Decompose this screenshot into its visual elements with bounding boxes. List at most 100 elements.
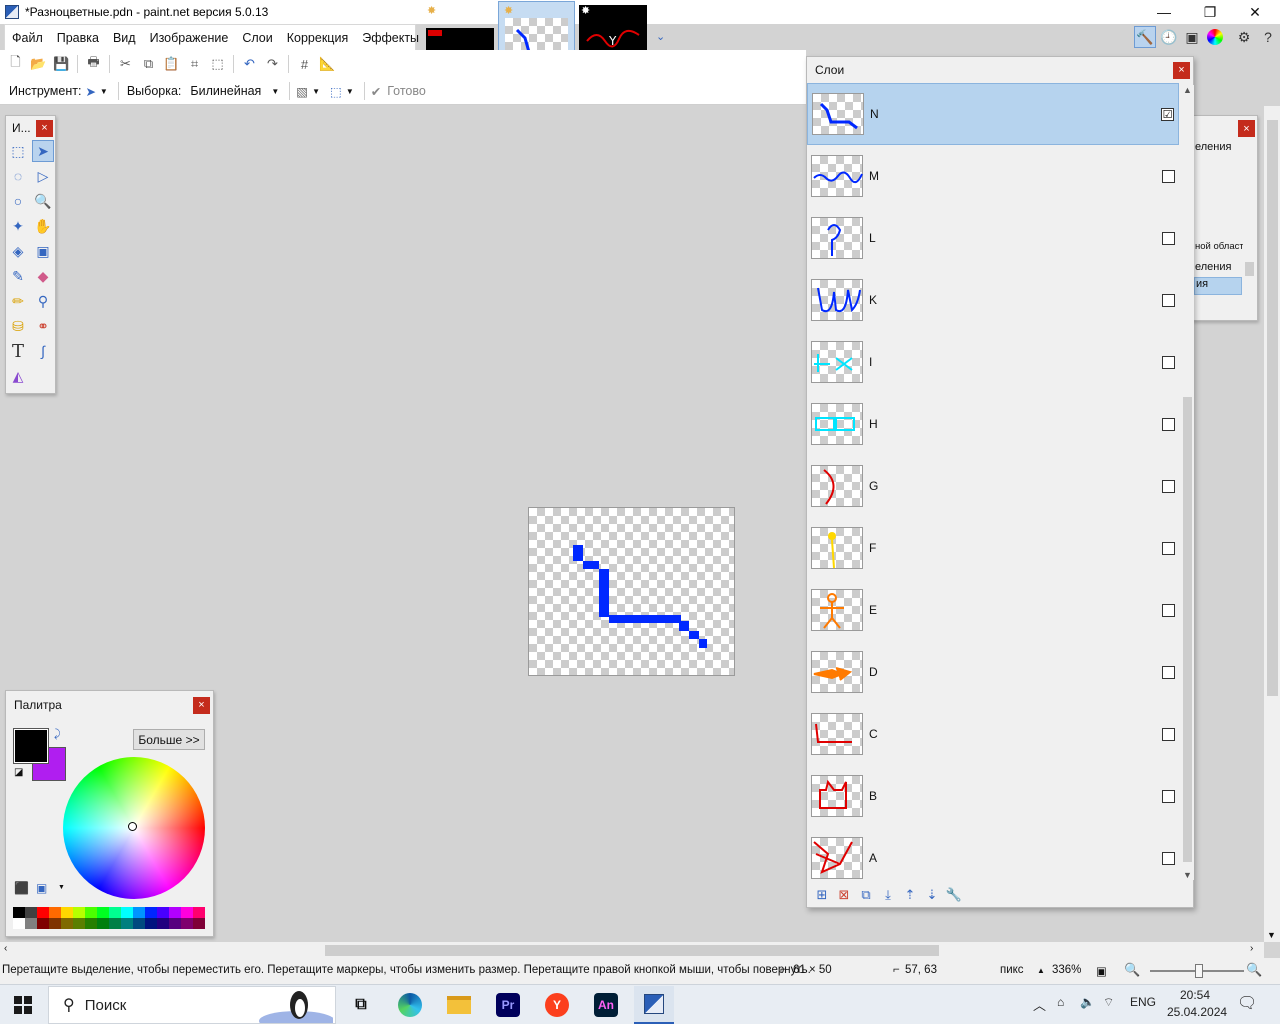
layers-window-icon[interactable]: ▣ — [1181, 26, 1203, 48]
palette-swatch[interactable] — [157, 907, 169, 918]
more-colors-button[interactable]: Больше >> — [133, 729, 205, 750]
input-language[interactable]: ENG — [1130, 995, 1156, 1009]
scroll-right-icon[interactable]: › — [1250, 943, 1253, 954]
primary-color-swatch[interactable] — [13, 728, 49, 764]
history-item[interactable]: еления — [1195, 141, 1231, 153]
layer-row-f[interactable]: F — [807, 517, 1179, 579]
windows-start-icon[interactable] — [14, 996, 32, 1014]
duplicate-layer-icon[interactable]: ⧉ — [857, 886, 875, 904]
palette-swatch[interactable] — [61, 907, 73, 918]
canvas-vertical-scrollbar-thumb[interactable] — [1267, 120, 1278, 696]
colors-window-icon[interactable] — [1204, 26, 1226, 48]
palette-swatch[interactable] — [13, 907, 25, 918]
move-selection-icon[interactable]: ➤ — [32, 140, 54, 162]
layer-row-c[interactable]: C — [807, 703, 1179, 765]
layer-row-k[interactable]: K — [807, 269, 1179, 331]
chevron-down-icon[interactable]: ▼ — [271, 87, 279, 96]
palette-swatch[interactable] — [133, 918, 145, 929]
resampling-select[interactable]: Билинейная — [190, 84, 261, 98]
layer-visibility-checkbox[interactable] — [1162, 479, 1175, 493]
notifications-icon[interactable]: 🗨 — [1237, 993, 1257, 1013]
add-layer-icon[interactable]: ⊞ — [813, 886, 831, 904]
yandex-browser-icon[interactable]: Y — [541, 989, 573, 1021]
layer-row-a[interactable]: A — [807, 827, 1179, 881]
swap-colors-icon[interactable]: ⤸ — [54, 728, 61, 741]
color-wheel[interactable] — [63, 757, 205, 899]
close-window-button[interactable]: ✕ — [1232, 0, 1278, 24]
menu-image[interactable]: Изображение — [143, 31, 236, 45]
layer-visibility-checkbox[interactable] — [1162, 417, 1175, 431]
palette-swatch[interactable] — [85, 918, 97, 929]
menu-effects[interactable]: Эффекты — [355, 31, 426, 45]
palette-swatch[interactable] — [73, 918, 85, 929]
grid-icon[interactable]: # — [296, 55, 314, 73]
text-tool-icon[interactable]: T — [7, 340, 29, 362]
zoom-to-window-icon[interactable]: ▣ — [1096, 964, 1107, 978]
palette-swatch[interactable] — [49, 918, 61, 929]
layer-visibility-checkbox[interactable] — [1162, 541, 1175, 555]
minimize-button[interactable]: — — [1141, 0, 1187, 24]
pan-hand-icon[interactable]: ✋ — [32, 215, 54, 237]
chevron-down-icon[interactable]: ▼ — [312, 87, 320, 96]
layer-row-h[interactable]: H — [807, 393, 1179, 455]
layer-row-b[interactable]: B — [807, 765, 1179, 827]
palette-swatch[interactable] — [193, 918, 205, 929]
palette-swatch[interactable] — [37, 907, 49, 918]
maximize-button[interactable]: ❐ — [1187, 0, 1233, 24]
settings-gear-icon[interactable]: ⚙ — [1233, 26, 1255, 48]
selection-mode-icon[interactable]: ⬚ — [330, 84, 342, 99]
finish-button[interactable]: Готово — [387, 84, 426, 98]
palette-swatch[interactable] — [73, 907, 85, 918]
copy-icon[interactable]: ⧉ — [140, 55, 158, 73]
volume-icon[interactable]: 🔈 — [1080, 995, 1095, 1009]
layer-visibility-checkbox[interactable] — [1162, 169, 1175, 183]
layer-visibility-checkbox[interactable] — [1162, 603, 1175, 617]
layers-scrollbar[interactable]: ▲ ▼ — [1181, 85, 1194, 880]
redo-icon[interactable]: ↷ — [264, 55, 282, 73]
undo-icon[interactable]: ↶ — [241, 55, 259, 73]
magic-wand-icon[interactable]: ✦ — [7, 215, 29, 237]
menu-file[interactable]: Файл — [5, 31, 50, 45]
layer-row-i[interactable]: I — [807, 331, 1179, 393]
palette-swatch[interactable] — [181, 907, 193, 918]
paste-icon[interactable]: 📋 — [163, 55, 181, 73]
scroll-down-icon[interactable]: ▼ — [1181, 870, 1194, 880]
crop-icon[interactable]: ⌗ — [186, 55, 204, 73]
history-window-icon[interactable]: 🕘 — [1158, 26, 1180, 48]
scroll-left-icon[interactable]: ‹ — [4, 943, 7, 954]
palette-swatch[interactable] — [25, 918, 37, 929]
zoom-level[interactable]: 336% — [1052, 964, 1081, 976]
move-layer-up-icon[interactable]: ⇡ — [901, 886, 919, 904]
open-file-icon[interactable]: 📂 — [30, 55, 48, 73]
pencil-icon[interactable]: ✏ — [7, 290, 29, 312]
zoom-out-icon[interactable]: 🔍 — [1124, 962, 1140, 978]
palette-swatch[interactable] — [121, 918, 133, 929]
palette-swatch[interactable] — [49, 907, 61, 918]
layer-row-g[interactable]: G — [807, 455, 1179, 517]
menu-adjustments[interactable]: Коррекция — [280, 31, 355, 45]
layer-row-l[interactable]: L — [807, 207, 1179, 269]
file-explorer-icon[interactable] — [443, 989, 475, 1021]
clock-date[interactable]: 25.04.2024 — [1167, 1005, 1227, 1019]
layer-visibility-checkbox[interactable] — [1162, 789, 1175, 803]
palette-swatch[interactable] — [133, 907, 145, 918]
layer-visibility-checkbox[interactable] — [1162, 727, 1175, 741]
add-color-icon[interactable]: ⬛ — [14, 881, 29, 895]
shapes-icon[interactable]: ◭ — [7, 365, 29, 387]
show-hidden-icons-chevron-icon[interactable]: ︿ — [1033, 995, 1046, 1014]
chevron-down-icon[interactable]: ▼ — [58, 884, 65, 891]
new-file-icon[interactable]: 🗋 — [7, 54, 25, 73]
layer-row-e[interactable]: E — [807, 579, 1179, 641]
palette-swatch[interactable] — [61, 918, 73, 929]
scroll-down-icon[interactable]: ▼ — [1267, 930, 1276, 940]
lasso-select-icon[interactable]: ◌ — [7, 165, 29, 187]
palette-swatch[interactable] — [145, 918, 157, 929]
palette-swatches[interactable] — [13, 907, 205, 929]
paintbrush-icon[interactable]: ✎ — [7, 265, 29, 287]
layers-close-button[interactable]: × — [1173, 61, 1190, 79]
palette-swatch[interactable] — [97, 918, 109, 929]
palette-swatch[interactable] — [145, 907, 157, 918]
palette-swatch[interactable] — [121, 907, 133, 918]
clone-stamp-icon[interactable]: ⛁ — [7, 315, 29, 337]
color-picker-icon[interactable]: ⚲ — [32, 290, 54, 312]
